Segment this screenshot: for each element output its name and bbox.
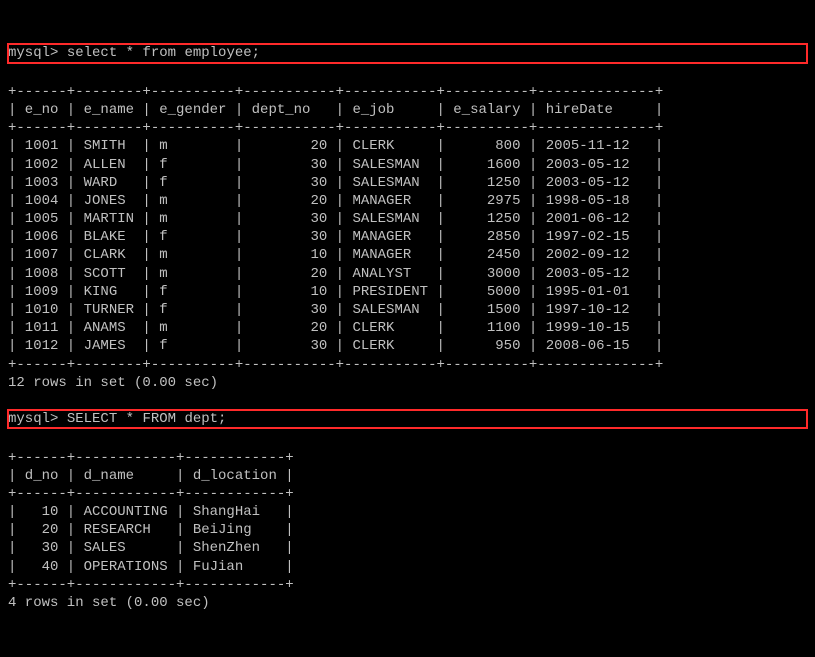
sql-statement-1: select * from employee;: [67, 45, 260, 61]
mysql-prompt: mysql>: [8, 45, 58, 61]
query-1-prompt-line[interactable]: mysql> select * from employee;: [8, 44, 807, 62]
mysql-prompt: mysql>: [8, 411, 58, 427]
result-footer-1: 12 rows in set (0.00 sec): [8, 375, 218, 391]
sql-statement-2: SELECT * FROM dept;: [67, 411, 227, 427]
result-table-employee: +------+--------+----------+-----------+…: [8, 84, 663, 373]
result-table-dept: +------+------------+------------+ | d_n…: [8, 450, 294, 593]
query-2-prompt-line[interactable]: mysql> SELECT * FROM dept;: [8, 410, 807, 428]
result-footer-2: 4 rows in set (0.00 sec): [8, 595, 210, 611]
